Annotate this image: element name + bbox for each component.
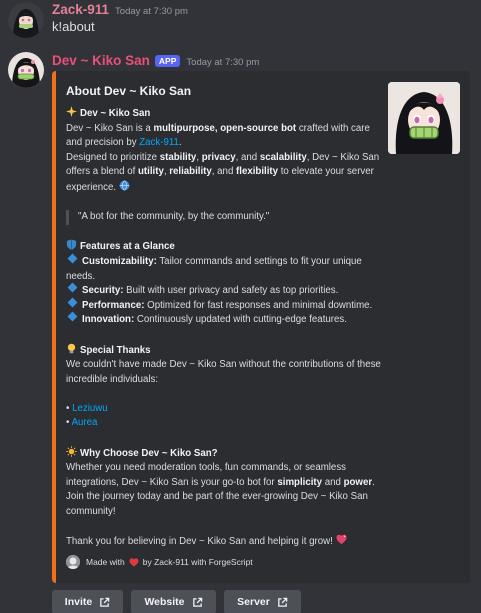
thanks-text: We couldn't have made Dev ~ Kiko San wit… <box>66 359 381 385</box>
closing-text: Thank you for believing in Dev ~ Kiko Sa… <box>66 536 333 548</box>
thanks-heading-line: Special Thanks <box>66 343 388 359</box>
embed-footer: Made with by Zack-911 with ForgeScript <box>66 555 253 569</box>
feature-text: Built with user privacy and safety as to… <box>123 285 339 297</box>
timestamp: Today at 7:30 pm <box>115 6 188 17</box>
shield-icon <box>66 239 77 251</box>
feature-item: Performance: Optimized for fast response… <box>66 297 388 314</box>
message-header: Dev ~ Kiko San APP Today at 7:30 pm <box>52 53 259 68</box>
feature-item: Customizability: Tailor commands and set… <box>66 253 388 284</box>
invite-button[interactable]: Invite <box>52 590 123 613</box>
feature-item: Security: Built with user privacy and sa… <box>66 282 388 299</box>
footer-text-post: by Zack-911 with ForgeScript <box>142 557 253 567</box>
external-link-icon <box>100 597 110 607</box>
intro-heading-line: Dev ~ Kiko San <box>66 106 388 122</box>
design-bold: flexibility <box>236 166 279 178</box>
link-button-row: Invite Website Server <box>52 590 301 613</box>
closing-line: Thank you for believing in Dev ~ Kiko Sa… <box>66 534 388 550</box>
intro-heading: Dev ~ Kiko San <box>80 108 151 119</box>
blue-diamond-icon <box>67 282 78 293</box>
embed-title: About Dev ~ Kiko San <box>66 84 192 98</box>
external-link-icon <box>192 597 202 607</box>
button-label: Website <box>144 596 185 608</box>
sparkling-heart-icon <box>336 534 347 545</box>
timestamp: Today at 7:30 pm <box>186 57 260 68</box>
server-button[interactable]: Server <box>224 590 301 613</box>
design-bold: reliability <box>169 166 212 178</box>
blue-diamond-icon <box>67 297 78 308</box>
feature-item: Innovation: Continuously updated with cu… <box>66 311 388 328</box>
why-paragraph: Whether you need moderation tools, fun c… <box>66 461 388 519</box>
feature-text: Continuously updated with cutting-edge f… <box>134 314 347 326</box>
why-heading-line: Why Choose Dev ~ Kiko San? <box>66 445 388 462</box>
feature-name: Customizability: <box>82 255 157 267</box>
features-heading: Features at a Glance <box>80 241 175 253</box>
message-content: k!about <box>52 19 95 34</box>
design-bold: privacy <box>201 151 236 163</box>
button-label: Invite <box>64 596 93 608</box>
embed-thumbnail[interactable] <box>388 82 460 154</box>
thanks-person: • Aurea <box>66 417 98 429</box>
intro-text: Dev ~ Kiko San is a <box>66 122 154 134</box>
person-link-aurea[interactable]: Aurea <box>72 417 98 428</box>
design-bold: scalability <box>259 151 307 163</box>
bot-avatar[interactable] <box>8 52 44 88</box>
why-text: and <box>322 476 344 488</box>
username[interactable]: Zack-911 <box>52 2 109 17</box>
button-label: Server <box>237 596 270 608</box>
thanks-person: • Leziuwu <box>66 402 108 414</box>
about-embed: About Dev ~ Kiko San Dev ~ Kiko San Dev … <box>52 71 470 583</box>
feature-text: Optimized for fast responses and minimal… <box>144 299 373 311</box>
app-badge: APP <box>154 55 181 67</box>
bot-username[interactable]: Dev ~ Kiko San <box>52 53 150 68</box>
feature-name: Performance: <box>82 299 145 311</box>
footer-text-pre: Made with <box>86 557 125 567</box>
design-paragraph: Designed to prioritize stability, privac… <box>66 151 388 196</box>
person-link-leziuwu[interactable]: Leziuwu <box>72 403 108 414</box>
design-text: Designed to prioritize <box>66 151 160 163</box>
blue-diamond-icon <box>67 311 78 322</box>
external-link-icon <box>278 597 288 607</box>
thanks-heading: Special Thanks <box>80 344 151 356</box>
feature-name: Security: <box>82 285 124 297</box>
blue-diamond-icon <box>67 253 78 264</box>
features-heading-line: Features at a Glance <box>66 239 388 255</box>
embed-description: Dev ~ Kiko San Dev ~ Kiko San is a multi… <box>66 106 388 550</box>
globe-icon <box>119 180 130 191</box>
intro-text: . <box>178 137 182 149</box>
intro-paragraph: Dev ~ Kiko San is a multipurpose, open-s… <box>66 122 388 151</box>
feature-name: Innovation: <box>82 314 135 326</box>
blockquote: "A bot for the community, by the communi… <box>66 210 388 225</box>
heart-icon <box>129 557 139 567</box>
why-bold: simplicity <box>277 476 323 488</box>
design-bold: utility <box>138 166 164 178</box>
intro-bold: multipurpose, open-source bot <box>153 122 297 134</box>
user-avatar[interactable] <box>8 2 44 38</box>
why-heading: Why Choose Dev ~ Kiko San? <box>80 447 218 459</box>
footer-avatar <box>66 555 80 569</box>
design-text: , and <box>235 151 260 163</box>
website-button[interactable]: Website <box>131 590 216 613</box>
sun-icon <box>66 445 77 457</box>
zack-link[interactable]: Zack-911 <box>139 137 179 148</box>
design-text: , and <box>211 166 237 178</box>
message-header: Zack-911 Today at 7:30 pm <box>52 2 188 17</box>
lightbulb-icon <box>67 343 76 353</box>
design-bold: stability <box>159 151 197 163</box>
sparkles-icon <box>66 106 77 117</box>
why-bold: power <box>343 476 373 488</box>
